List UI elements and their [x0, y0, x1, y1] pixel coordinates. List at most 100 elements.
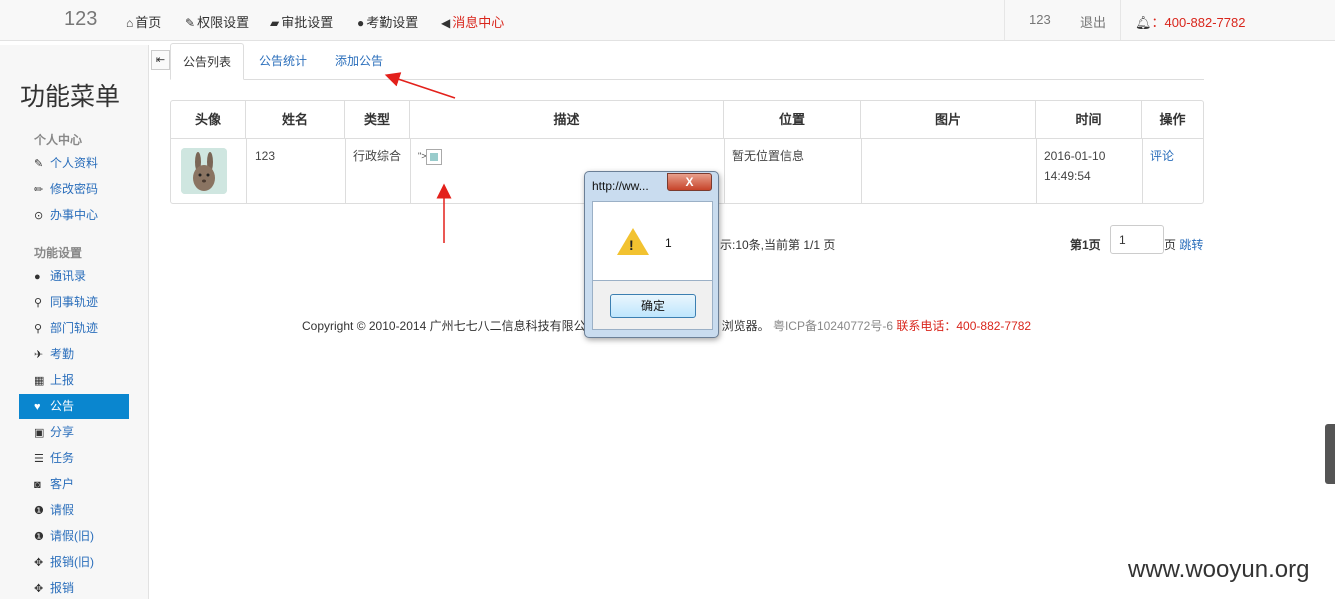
- collapse-icon: ⇤: [155, 54, 166, 66]
- cell-description-text: ">: [418, 151, 427, 161]
- sidebar-item-label: 公告: [50, 399, 75, 413]
- column-header: 姓名: [246, 101, 345, 138]
- hotline[interactable]: 🔔︎：400-882-7782: [1135, 12, 1245, 31]
- nav-messages-label: 消息中心: [452, 15, 505, 30]
- calendar-icon: ▦: [34, 375, 45, 387]
- tab-announcement-stats[interactable]: 公告统计: [247, 43, 319, 80]
- sidebar-item-customers[interactable]: ◙ 客户: [19, 472, 129, 497]
- cell-description: ">: [418, 146, 443, 166]
- comment-link[interactable]: 评论: [1150, 146, 1174, 166]
- sidebar-item-colleague-track[interactable]: ⚲ 同事轨迹: [19, 290, 129, 315]
- pencil-icon: ✏: [34, 184, 44, 196]
- nav-attendance[interactable]: ● 考勤设置: [357, 12, 418, 31]
- tab-add-announcement[interactable]: 添加公告: [323, 43, 395, 80]
- sidebar-toggle-button[interactable]: ⇤: [151, 50, 170, 70]
- sidebar-item-label: 办事中心: [50, 208, 99, 222]
- cell-type: 行政综合: [353, 149, 402, 163]
- wrench-icon: ✎: [185, 16, 196, 30]
- cell-location: 暂无位置信息: [732, 149, 805, 163]
- nav-permissions[interactable]: ✎ 权限设置: [185, 12, 249, 31]
- sidebar-item-label: 请假: [50, 503, 75, 517]
- sidebar-item-label: 客户: [50, 477, 75, 491]
- sidebar-item-attendance[interactable]: ✈ 考勤: [19, 342, 129, 367]
- divider: [1004, 0, 1005, 40]
- sidebar-item-expense-old[interactable]: ✥ 报销(旧): [19, 550, 129, 575]
- side-widget[interactable]: [1325, 424, 1335, 484]
- sidebar-item-label: 部门轨迹: [50, 321, 99, 335]
- nav-permissions-label: 权限设置: [197, 15, 250, 30]
- broken-image-icon: [426, 148, 443, 165]
- brand-logo[interactable]: 123: [64, 8, 97, 31]
- check-circle-icon: ⊙: [34, 210, 44, 222]
- gift-icon: ▣: [34, 427, 45, 439]
- sidebar-item-report[interactable]: ▦ 上报: [19, 368, 129, 393]
- divider: [724, 138, 725, 203]
- close-button[interactable]: X: [667, 173, 712, 191]
- page-suffix-label: 页: [1164, 238, 1177, 252]
- group-heading-functions: 功能设置: [34, 246, 83, 260]
- sidebar-item-password[interactable]: ✏ 修改密码: [19, 177, 129, 202]
- nav-messages[interactable]: ◀ 消息中心: [441, 12, 504, 31]
- ok-button[interactable]: 确定: [610, 294, 696, 318]
- dialog-body: ! 1: [592, 201, 713, 281]
- footer-copyright: Copyright © 2010-2014 广州七七八二信息科技有限公: [302, 319, 586, 333]
- dialog-footer: 确定: [592, 281, 713, 330]
- column-header: 时间: [1036, 101, 1142, 138]
- current-user[interactable]: 123: [1029, 12, 1051, 27]
- column-header: 类型: [345, 101, 410, 138]
- divider: [171, 138, 1203, 139]
- rabbit-icon: [181, 148, 227, 194]
- bell-icon: 🔔︎: [1135, 15, 1152, 30]
- sidebar-item-label: 报销: [50, 581, 75, 595]
- divider: [1036, 138, 1037, 203]
- sidebar-item-tasks[interactable]: ☰ 任务: [19, 446, 129, 471]
- nav-approval[interactable]: ▰ 审批设置: [270, 12, 333, 31]
- heart-icon: ♥: [34, 401, 41, 413]
- sidebar-item-announcement[interactable]: ♥ 公告: [19, 394, 129, 419]
- sidebar-item-leave[interactable]: ❶ 请假: [19, 498, 129, 523]
- sidebar-item-label: 同事轨迹: [50, 295, 99, 309]
- footer-contact: 联系电话：400-882-7782: [896, 319, 1032, 333]
- page-suffix: 页 跳转: [1164, 236, 1203, 253]
- nav-attendance-label: 考勤设置: [366, 15, 419, 30]
- top-navbar: 123 ⌂ 首页 ✎ 权限设置 ▰ 审批设置 ● 考勤设置 ◀ 消息中心 123 退出 🔔…: [0, 0, 1335, 41]
- plane-icon: ✈: [34, 349, 44, 361]
- cell-time: 14:49:54: [1044, 169, 1091, 183]
- column-header: 头像: [171, 101, 246, 138]
- footer-icp[interactable]: 粤ICP备10240772号-6: [773, 319, 893, 333]
- cell-date: 2016-01-10: [1044, 149, 1106, 163]
- nav-home-label: 首页: [135, 15, 162, 30]
- jump-button[interactable]: 跳转: [1179, 238, 1203, 252]
- sidebar-item-contacts[interactable]: ● 通讯录: [19, 264, 129, 289]
- home-icon: ⌂: [126, 16, 134, 30]
- sidebar-item-expense[interactable]: ✥ 报销: [19, 576, 129, 601]
- current-page: 第1页: [1070, 238, 1101, 252]
- tab-announcement-list[interactable]: 公告列表: [170, 43, 245, 80]
- map-marker-icon: ⚲: [34, 323, 43, 335]
- folder-open-icon: ▰: [270, 16, 280, 30]
- column-header: 操作: [1159, 112, 1186, 127]
- tab-bar: 公告列表 公告统计 添加公告: [170, 43, 1204, 80]
- divider: [1142, 138, 1143, 203]
- nav-home[interactable]: ⌂ 首页: [126, 12, 161, 31]
- sidebar-item-profile[interactable]: ✎ 个人资料: [19, 151, 129, 176]
- footer-browser-note: 浏览器。: [721, 319, 770, 333]
- avatar: [181, 148, 227, 194]
- sidebar-item-share[interactable]: ▣ 分享: [19, 420, 129, 445]
- edit-icon: ✎: [34, 158, 44, 170]
- page-number-input[interactable]: [1110, 225, 1164, 254]
- sidebar-item-label: 任务: [50, 451, 75, 465]
- sidebar-item-dept-track[interactable]: ⚲ 部门轨迹: [19, 316, 129, 341]
- info-icon: ❶: [34, 531, 44, 543]
- warning-mark: !: [629, 237, 634, 253]
- column-header: 位置: [724, 101, 861, 138]
- column-header: 图片: [861, 101, 1036, 138]
- sidebar-item-leave-old[interactable]: ❶ 请假(旧): [19, 524, 129, 549]
- sidebar-item-service[interactable]: ⊙ 办事中心: [19, 203, 129, 228]
- camera-icon: ◙: [34, 479, 41, 491]
- globe-icon: ●: [357, 16, 365, 30]
- divider: [345, 138, 346, 203]
- logout-link[interactable]: 退出: [1080, 12, 1106, 31]
- info-icon: ❶: [34, 505, 44, 517]
- map-marker-icon: ⚲: [34, 297, 43, 309]
